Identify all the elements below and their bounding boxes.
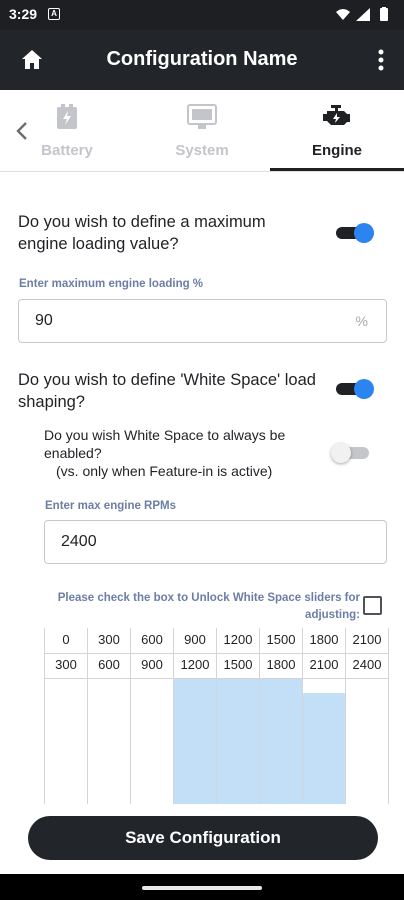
white-space-rpm-table: 0 300 300 600 600 900 900 1200 1200 1500 1500 1800 1… xyxy=(44,628,389,804)
max-rpm-label: Enter max engine RPMs xyxy=(45,500,177,512)
tab-system[interactable]: System xyxy=(134,90,270,172)
rpm-band-to: 1200 xyxy=(180,657,210,672)
wifi-icon xyxy=(336,9,350,20)
more-vert-icon[interactable] xyxy=(378,49,384,71)
app-bar: Configuration Name xyxy=(0,30,404,90)
rpm-band-to: 1800 xyxy=(266,657,296,672)
max-loading-value: 90 xyxy=(35,312,53,329)
rpm-band-from: 1200 xyxy=(223,632,253,647)
rpm-band-from: 2100 xyxy=(352,632,382,647)
home-gesture-handle[interactable] xyxy=(142,886,262,890)
rpm-band-to: 300 xyxy=(55,657,77,672)
always-enabled-toggle[interactable] xyxy=(331,441,373,465)
rpm-band-column[interactable]: 1500 1800 xyxy=(260,628,303,804)
rpm-band-slider-fill xyxy=(260,678,302,804)
save-configuration-button[interactable]: Save Configuration xyxy=(28,816,378,860)
system-display-icon xyxy=(187,104,217,135)
rpm-band-slider-fill xyxy=(174,678,216,804)
status-time: 3:29 xyxy=(9,6,38,22)
always-enabled-note: (vs. only when Feature-in is active) xyxy=(56,463,273,479)
rpm-band-from: 300 xyxy=(98,632,120,647)
rpm-band-to: 2400 xyxy=(352,657,382,672)
tab-system-label: System xyxy=(175,142,229,159)
rpm-band-from: 1500 xyxy=(266,632,296,647)
tab-bar: Battery System Engine xyxy=(0,90,404,172)
rpm-band-to: 900 xyxy=(141,657,163,672)
bottom-action-area: Save Configuration xyxy=(0,804,404,874)
rpm-band-from: 900 xyxy=(184,632,206,647)
percent-suffix: % xyxy=(355,313,368,329)
engine-icon xyxy=(322,104,352,133)
tab-battery-label: Battery xyxy=(41,142,93,159)
rpm-band-column[interactable]: 1800 2100 xyxy=(303,628,346,804)
rpm-band-column[interactable]: 1200 1500 xyxy=(217,628,260,804)
always-enabled-question: Do you wish White Space to always be ena… xyxy=(44,427,286,461)
max-rpm-value: 2400 xyxy=(61,533,97,550)
rpm-band-slider-fill xyxy=(303,693,345,804)
rpm-band-column[interactable]: 900 1200 xyxy=(174,628,217,804)
max-loading-question: Do you wish to define a maximum engine l… xyxy=(18,213,266,253)
rpm-band-from: 0 xyxy=(62,632,70,647)
unlock-sliders-checkbox[interactable] xyxy=(363,596,382,615)
white-space-question: Do you wish to define 'White Space' load… xyxy=(18,371,316,411)
rpm-band-from: 1800 xyxy=(309,632,339,647)
unlock-sliders-label: Please check the box to Unlock White Spa… xyxy=(57,592,360,621)
system-nav-bar xyxy=(0,874,404,900)
status-bar: 3:29 A xyxy=(0,0,404,30)
tab-battery[interactable]: Battery xyxy=(0,90,134,172)
rpm-band-to: 2100 xyxy=(309,657,339,672)
max-loading-label: Enter maximum engine loading % xyxy=(19,278,204,290)
rpm-band-to: 1500 xyxy=(223,657,253,672)
rpm-band-column[interactable]: 300 600 xyxy=(88,628,131,804)
tab-engine-label: Engine xyxy=(311,142,362,159)
signal-icon xyxy=(356,8,370,21)
rpm-band-column[interactable]: 0 300 xyxy=(45,628,88,804)
max-loading-toggle[interactable] xyxy=(334,221,376,245)
rpm-band-column[interactable]: 600 900 xyxy=(131,628,174,804)
page-title: Configuration Name xyxy=(106,48,298,70)
active-tab-indicator xyxy=(270,168,404,171)
battery-status-icon xyxy=(380,7,388,21)
status-icons xyxy=(334,7,394,28)
max-rpm-input[interactable]: 2400 xyxy=(44,520,387,564)
rpm-band-from: 600 xyxy=(141,632,163,647)
max-loading-input[interactable]: 90 % xyxy=(18,299,387,343)
rpm-band-to: 600 xyxy=(98,657,120,672)
battery-icon xyxy=(56,104,78,135)
rpm-band-slider-fill xyxy=(217,678,259,804)
rpm-band-column[interactable]: 2100 2400 xyxy=(346,628,389,804)
white-space-toggle[interactable] xyxy=(334,377,376,401)
engine-settings-form: Do you wish to define a maximum engine l… xyxy=(0,172,404,804)
notification-icon: A xyxy=(48,8,60,20)
tab-engine[interactable]: Engine xyxy=(270,90,404,172)
